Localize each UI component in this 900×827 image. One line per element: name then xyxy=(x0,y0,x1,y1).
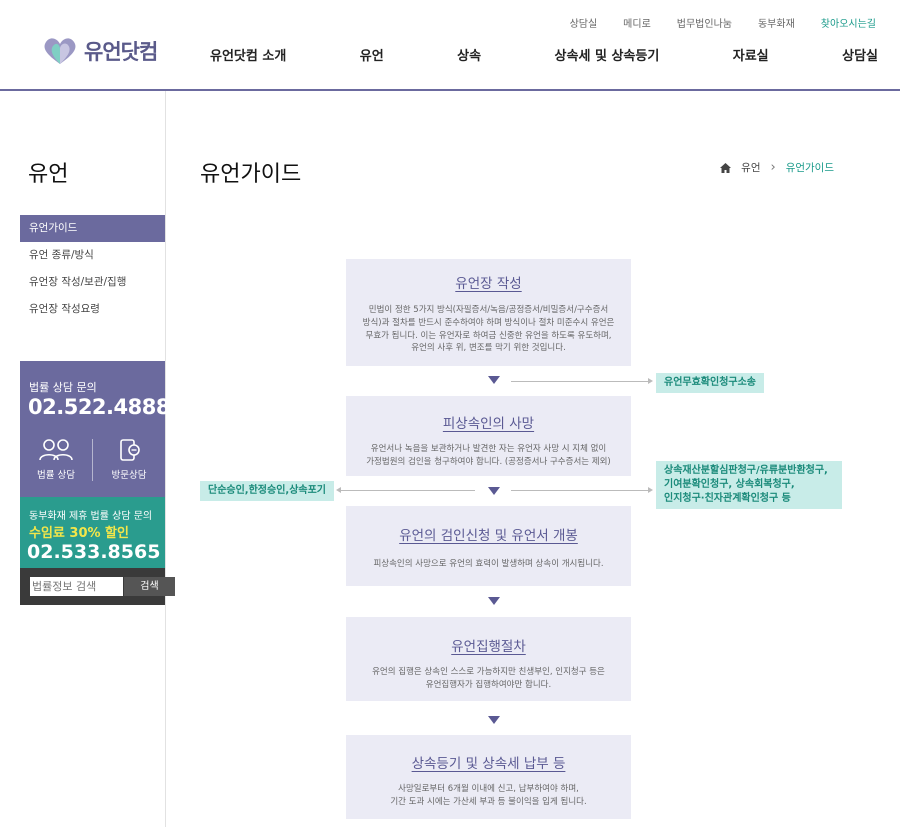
flow-arrow xyxy=(488,597,500,605)
law-consult-label: 법률 상담 xyxy=(37,470,75,481)
nav-resources[interactable]: 자료실 xyxy=(733,45,769,64)
sidebar-item-guide[interactable]: 유언가이드 xyxy=(20,215,165,242)
flow-step-desc: 사망일로부터 6개월 이내에 신고, 납부하여야 하며, 기간 도과 시에는 가… xyxy=(390,784,587,807)
sidebar-item-write-store-execute[interactable]: 유언장 작성/보관/집행 xyxy=(20,269,165,296)
logo[interactable]: 유언닷컴 xyxy=(42,36,158,66)
header-divider xyxy=(0,89,900,91)
main-nav: 유언닷컴 소개 유언 상속 상속세 및 상속등기 자료실 상담실 xyxy=(210,45,878,64)
connector-line xyxy=(340,490,475,491)
flow-step-desc: 민법이 정한 5가지 방식(자필증서/녹음/공정증서/비밀증서/구수증서 방식)… xyxy=(362,305,615,354)
arrow-right-icon xyxy=(648,378,653,384)
sidebar-menu: 유언가이드 유언 종류/방식 유언장 작성/보관/집행 유언장 작성요령 xyxy=(20,215,165,323)
note-claims: 상속재산분할심판청구/유류분반환청구, 기여분확인청구, 상속회복청구, 인지청… xyxy=(656,461,842,509)
consult-box: 법률 상담 문의 02.522.4888 법률 상담 방문상담 xyxy=(20,361,170,497)
logo-text: 유언닷컴 xyxy=(84,40,158,64)
visit-consult-button[interactable]: 방문상담 xyxy=(99,439,159,481)
nav-consult[interactable]: 상담실 xyxy=(842,45,878,64)
consult-label: 법률 상담 문의 xyxy=(29,381,97,394)
flow-step-execution: 유언집행절차 유언의 집행은 상속인 스스로 가능하지만 친생부인, 인지청구 … xyxy=(346,617,631,701)
flow-step-title: 유언의 검인신청 및 유언서 개봉 xyxy=(399,528,578,544)
consult-phone: 02.522.4888 xyxy=(28,395,170,419)
sidebar-item-writing-tips[interactable]: 유언장 작성요령 xyxy=(20,296,165,323)
connector-line xyxy=(511,381,651,382)
flow-step-desc: 피상속인의 사망으로 유언의 효력이 발생하며 상속이 개시됩니다. xyxy=(373,559,604,569)
nav-inheritance-tax[interactable]: 상속세 및 상속등기 xyxy=(555,45,660,64)
top-links: 상담실 메디로 법무법인나눔 동부화재 찾아오시는길 xyxy=(570,15,876,30)
sidebar-divider xyxy=(165,91,166,827)
search-button[interactable]: 검색 xyxy=(124,577,175,596)
flow-step-title: 유언집행절차 xyxy=(451,639,526,655)
flow-step-write: 유언장 작성 민법이 정한 5가지 방식(자필증서/녹음/공정증서/비밀증서/구… xyxy=(346,259,631,366)
partner-box: 동부화재 제휴 법률 상담 문의 수임료 30% 할인 02.533.8565 xyxy=(20,497,165,568)
top-link-dongbu[interactable]: 동부화재 xyxy=(758,15,795,30)
visit-consult-label: 방문상담 xyxy=(111,470,147,481)
search-input[interactable] xyxy=(30,577,123,596)
heart-logo-icon xyxy=(44,38,76,64)
flow-step-title: 유언장 작성 xyxy=(455,276,522,292)
breadcrumb-parent[interactable]: 유언 xyxy=(741,160,760,175)
page-title: 유언가이드 xyxy=(200,162,302,187)
arrow-right-icon xyxy=(648,487,653,493)
flow-arrow xyxy=(488,716,500,724)
breadcrumb: 유언 › 유언가이드 xyxy=(720,160,834,175)
nav-inheritance[interactable]: 상속 xyxy=(457,45,481,64)
flow-step-probate: 유언의 검인신청 및 유언서 개봉 피상속인의 사망으로 유언의 효력이 발생하… xyxy=(346,506,631,586)
partner-phone: 02.533.8565 xyxy=(27,541,161,563)
flow-step-desc: 유언서나 녹음을 보관하거나 발견한 자는 유언자 사망 시 지체 없이 가정법… xyxy=(366,444,611,467)
flow-step-title: 상속등기 및 상속세 납부 등 xyxy=(411,756,566,772)
home-icon[interactable] xyxy=(720,162,732,173)
flow-arrow xyxy=(488,487,500,495)
sidebar-search: 검색 xyxy=(20,568,175,605)
consult-divider xyxy=(92,439,93,481)
flow-step-registration: 상속등기 및 상속세 납부 등 사망일로부터 6개월 이내에 신고, 납부하여야… xyxy=(346,735,631,819)
partner-label: 동부화재 제휴 법률 상담 문의 xyxy=(29,511,153,522)
sidebar-title: 유언 xyxy=(28,162,69,187)
top-link-law-firm[interactable]: 법무법인나눔 xyxy=(677,15,732,30)
note-invalid-lawsuit: 유언무효확인청구소송 xyxy=(656,373,764,393)
partner-discount: 수임료 30% 할인 xyxy=(29,526,129,541)
flow-step-desc: 유언의 집행은 상속인 스스로 가능하지만 친생부인, 인지청구 등은 유언집행… xyxy=(372,667,605,690)
nav-will[interactable]: 유언 xyxy=(360,45,384,64)
chevron-right-icon: › xyxy=(770,160,776,175)
flow-step-title: 피상속인의 사망 xyxy=(442,416,535,432)
flow-step-death: 피상속인의 사망 유언서나 녹음을 보관하거나 발견한 자는 유언자 사망 시 … xyxy=(346,396,631,476)
top-link-consult[interactable]: 상담실 xyxy=(570,15,598,30)
note-renounce: 단순승인,한정승인,상속포기 xyxy=(200,481,334,501)
flow-arrow xyxy=(488,376,500,384)
connector-line xyxy=(511,490,651,491)
sidebar-item-types[interactable]: 유언 종류/방식 xyxy=(20,242,165,269)
people-icon xyxy=(39,439,73,461)
phone-icon xyxy=(120,439,140,461)
law-consult-button[interactable]: 법률 상담 xyxy=(26,439,86,481)
nav-about[interactable]: 유언닷컴 소개 xyxy=(210,45,286,64)
breadcrumb-current: 유언가이드 xyxy=(785,162,834,174)
top-link-directions[interactable]: 찾아오시는길 xyxy=(821,15,876,30)
top-link-medi[interactable]: 메디로 xyxy=(623,15,651,30)
